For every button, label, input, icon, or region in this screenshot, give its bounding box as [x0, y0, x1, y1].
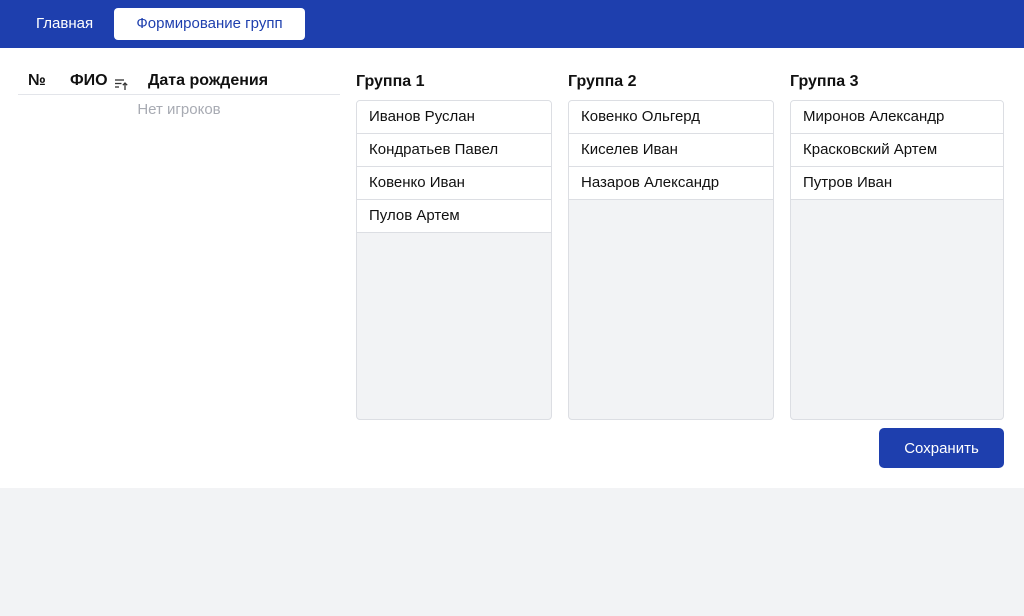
group-2: Группа 2 Ковенко Ольгерд Киселев Иван На… [568, 72, 774, 420]
column-birthdate: Дата рождения [148, 72, 269, 89]
save-button[interactable]: Сохранить [879, 428, 1004, 468]
group-3: Группа 3 Миронов Александр Красковский А… [790, 72, 1004, 420]
main-content: № ФИО Дата рождения Нет игроков Группа 1… [0, 48, 1024, 488]
group-drop-zone[interactable]: Ковенко Ольгерд Киселев Иван Назаров Але… [568, 100, 774, 420]
nav-groups-tab[interactable]: Формирование групп [114, 8, 305, 40]
nav-home-link[interactable]: Главная [20, 8, 109, 40]
list-item[interactable]: Назаров Александр [569, 167, 773, 200]
players-table-header: № ФИО Дата рождения [18, 72, 340, 95]
group-drop-zone[interactable]: Миронов Александр Красковский Артем Путр… [790, 100, 1004, 420]
empty-players-message: Нет игроков [137, 101, 221, 118]
list-item[interactable]: Пулов Артем [357, 200, 551, 233]
list-item[interactable]: Ковенко Иван [357, 167, 551, 200]
list-item[interactable]: Иванов Руслан [357, 101, 551, 134]
top-navbar: Главная Формирование групп [0, 0, 1024, 48]
list-item[interactable]: Кондратьев Павел [357, 134, 551, 167]
list-item[interactable]: Путров Иван [791, 167, 1003, 200]
group-title: Группа 3 [790, 73, 859, 90]
list-item[interactable]: Красковский Артем [791, 134, 1003, 167]
group-title: Группа 1 [356, 73, 425, 90]
list-item[interactable]: Киселев Иван [569, 134, 773, 167]
sort-ascending-icon[interactable] [114, 77, 128, 91]
group-1: Группа 1 Иванов Руслан Кондратьев Павел … [356, 72, 552, 420]
column-number: № [28, 72, 46, 89]
list-item[interactable]: Ковенко Ольгерд [569, 101, 773, 134]
list-item[interactable]: Миронов Александр [791, 101, 1003, 134]
group-drop-zone[interactable]: Иванов Руслан Кондратьев Павел Ковенко И… [356, 100, 552, 420]
column-fio[interactable]: ФИО [70, 72, 108, 90]
group-title: Группа 2 [568, 73, 637, 90]
